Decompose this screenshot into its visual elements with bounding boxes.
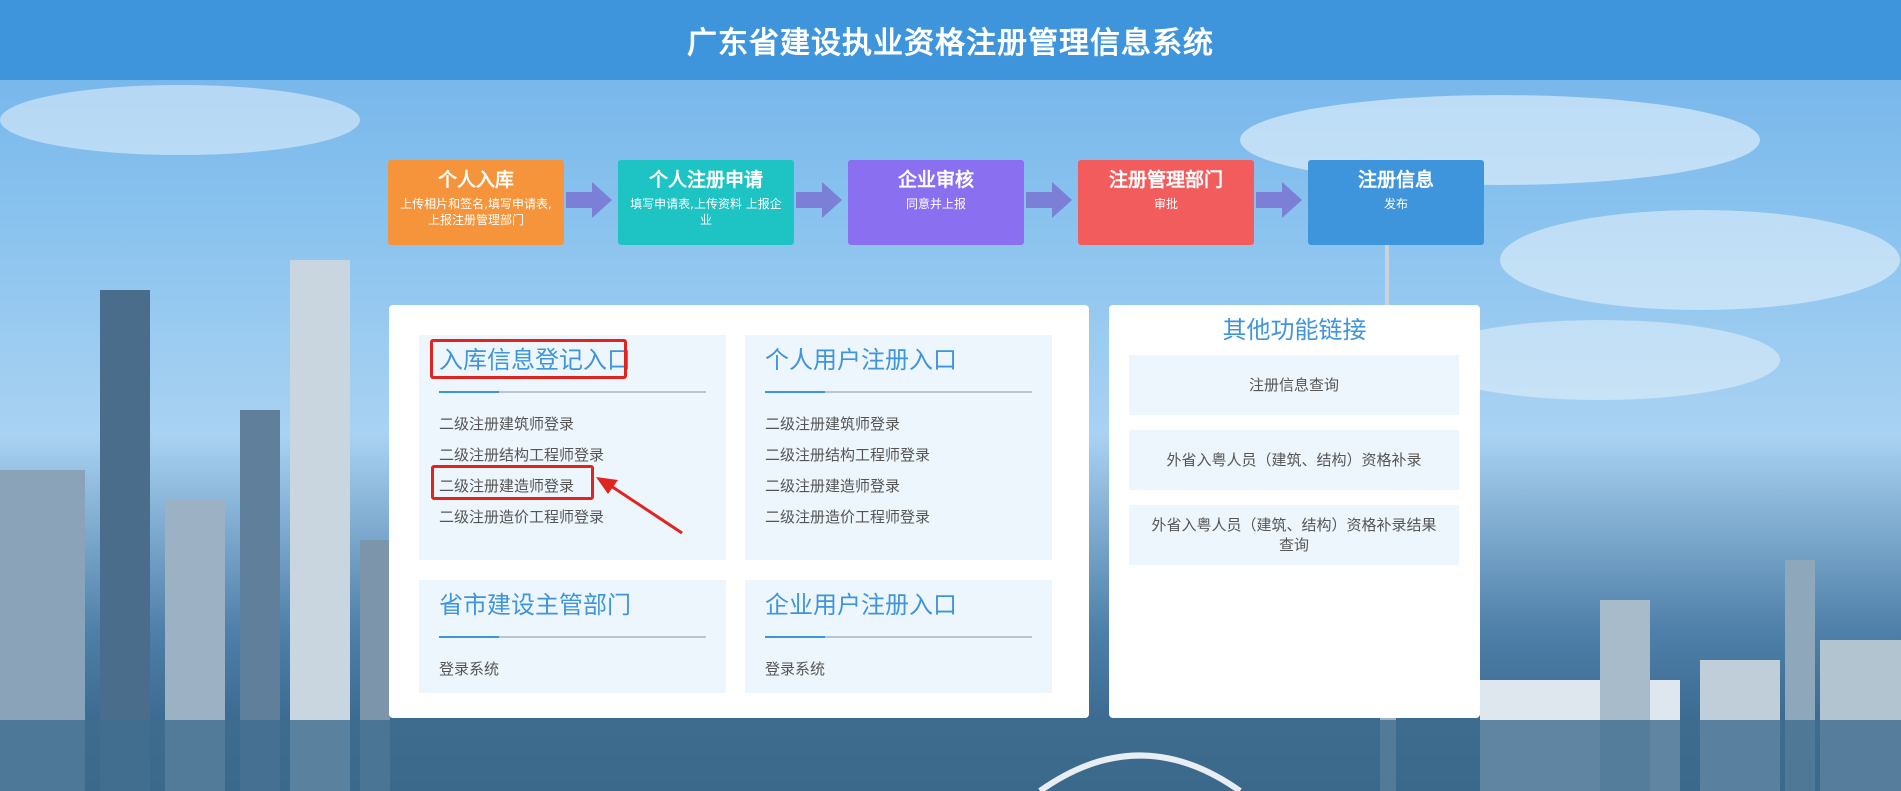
link-qualification-supplement[interactable]: 外省入粤人员（建筑、结构）资格补录 (1129, 430, 1459, 490)
link-cost-engineer-login[interactable]: 二级注册造价工程师登录 (765, 502, 1032, 533)
step-title: 个人注册申请 (648, 169, 763, 191)
link-supplement-result-query[interactable]: 外省入粤人员（建筑、结构）资格补录结果查询 (1129, 505, 1459, 565)
card-personal-registration: 个人用户注册入口 二级注册建筑师登录 二级注册结构工程师登录 二级注册建造师登录… (745, 335, 1052, 560)
link-registration-info-query[interactable]: 注册信息查询 (1129, 355, 1459, 415)
step-title: 注册信息 (1357, 169, 1434, 191)
link-architect-login[interactable]: 二级注册建筑师登录 (439, 409, 706, 440)
step-title: 注册管理部门 (1108, 169, 1223, 191)
page-title: 广东省建设执业资格注册管理信息系统 (687, 26, 1214, 61)
other-links-title: 其他功能链接 (1222, 316, 1367, 344)
card-divider (765, 391, 1032, 393)
card-title: 企业用户注册入口 (765, 591, 957, 619)
link-constructor-login[interactable]: 二级注册建造师登录 (765, 471, 1032, 502)
card-divider (765, 636, 1032, 638)
card-province-department: 省市建设主管部门 登录系统 (419, 580, 726, 693)
link-login-system[interactable]: 登录系统 (765, 654, 1032, 685)
arrow-right-icon (566, 182, 612, 218)
step-registration-department: 注册管理部门 审批 (1078, 160, 1254, 245)
other-links-panel: 其他功能链接 注册信息查询 外省入粤人员（建筑、结构）资格补录 外省入粤人员（建… (1109, 305, 1480, 718)
step-registration-info: 注册信息 发布 (1308, 160, 1484, 245)
link-structural-engineer-login[interactable]: 二级注册结构工程师登录 (765, 440, 1032, 471)
step-personal-entry: 个人入库 上传相片和签名,填写申请表,上报注册管理部门 (388, 160, 564, 245)
arrow-right-icon (1026, 182, 1072, 218)
card-title: 省市建设主管部门 (439, 591, 631, 619)
card-divider (439, 636, 706, 638)
link-architect-login[interactable]: 二级注册建筑师登录 (765, 409, 1032, 440)
step-desc: 同意并上报 (905, 197, 966, 211)
step-desc: 发布 (1383, 197, 1408, 211)
arrow-right-icon (1256, 182, 1302, 218)
page-header: 广东省建设执业资格注册管理信息系统 (0, 0, 1901, 80)
step-title: 个人入库 (437, 169, 514, 191)
link-login-system[interactable]: 登录系统 (439, 654, 706, 685)
step-desc: 填写申请表,上传资料 上报企业 (630, 197, 782, 227)
card-title: 个人用户注册入口 (765, 346, 957, 374)
arrow-right-icon (796, 182, 842, 218)
step-desc: 审批 (1153, 197, 1178, 211)
highlight-box-link (431, 465, 594, 500)
highlight-box-title (430, 339, 627, 379)
step-title: 企业审核 (897, 169, 974, 191)
step-enterprise-review: 企业审核 同意并上报 (848, 160, 1024, 245)
card-divider (439, 391, 706, 393)
annotation-arrow-icon (596, 477, 683, 535)
step-desc: 上传相片和签名,填写申请表,上报注册管理部门 (400, 197, 552, 227)
step-personal-registration: 个人注册申请 填写申请表,上传资料 上报企业 (618, 160, 794, 245)
login-entry-panel: 入库信息登记入口 二级注册建筑师登录 二级注册结构工程师登录 二级注册建造师登录… (389, 305, 1089, 718)
card-enterprise-registration: 企业用户注册入口 登录系统 (745, 580, 1052, 693)
